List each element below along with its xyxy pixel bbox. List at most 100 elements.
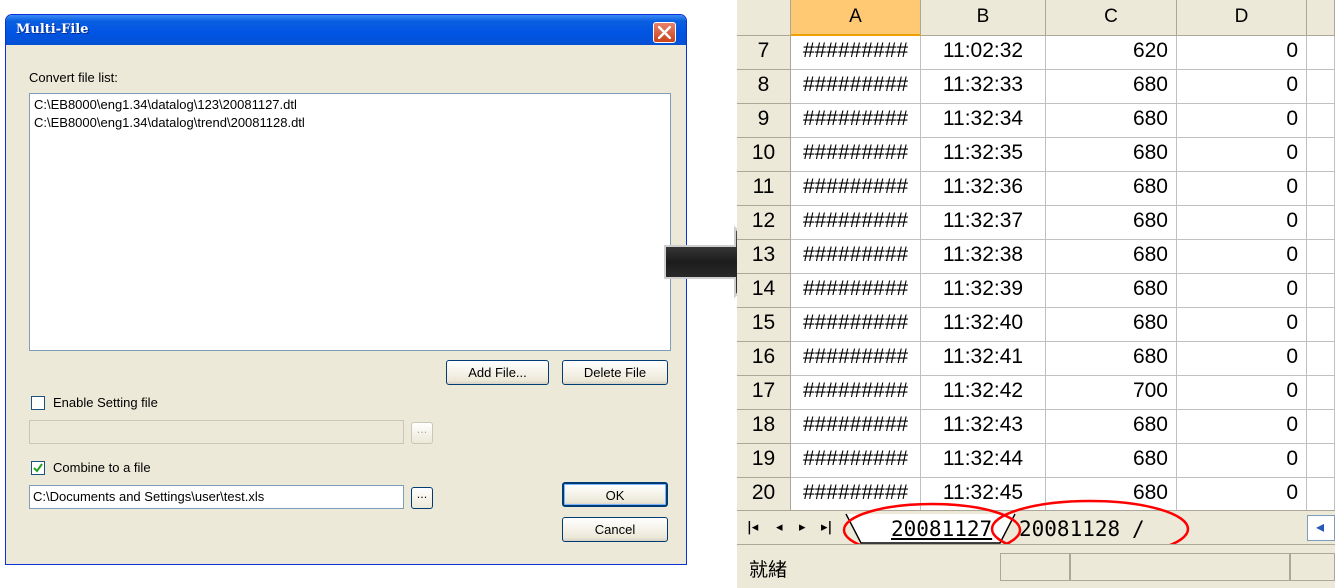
column-header-b[interactable]: B	[921, 0, 1046, 36]
table-cell[interactable]: 0	[1177, 240, 1307, 274]
table-cell[interactable]: #########	[791, 240, 921, 274]
column-header-a[interactable]: A	[791, 0, 921, 36]
table-cell[interactable]	[1307, 172, 1335, 206]
table-cell[interactable]: 0	[1177, 308, 1307, 342]
table-cell[interactable]: 11:32:41	[921, 342, 1046, 376]
table-cell[interactable]	[1307, 36, 1335, 70]
table-cell[interactable]: #########	[791, 104, 921, 138]
table-cell[interactable]: 680	[1046, 138, 1177, 172]
table-cell[interactable]	[1307, 104, 1335, 138]
table-cell[interactable]	[1307, 376, 1335, 410]
table-cell[interactable]: 680	[1046, 172, 1177, 206]
table-cell[interactable]: 11:32:34	[921, 104, 1046, 138]
table-cell[interactable]: 11:32:35	[921, 138, 1046, 172]
table-cell[interactable]: 680	[1046, 70, 1177, 104]
last-sheet-icon[interactable]: ▸|	[821, 520, 832, 535]
table-cell[interactable]: #########	[791, 410, 921, 444]
ok-button[interactable]: OK	[562, 482, 668, 507]
row-header[interactable]: 11	[737, 172, 791, 206]
list-item[interactable]: C:\EB8000\eng1.34\datalog\trend\20081128…	[34, 115, 305, 130]
table-cell[interactable]: 680	[1046, 308, 1177, 342]
row-header[interactable]: 7	[737, 36, 791, 70]
table-cell[interactable]: 11:32:43	[921, 410, 1046, 444]
add-file-button[interactable]: Add File...	[446, 360, 549, 385]
table-cell[interactable]	[1307, 138, 1335, 172]
row-header[interactable]: 13	[737, 240, 791, 274]
table-cell[interactable]: 0	[1177, 274, 1307, 308]
table-cell[interactable]	[1307, 342, 1335, 376]
table-cell[interactable]	[1307, 274, 1335, 308]
select-all-corner[interactable]	[737, 0, 791, 36]
table-cell[interactable]: 680	[1046, 206, 1177, 240]
table-cell[interactable]: 680	[1046, 274, 1177, 308]
table-cell[interactable]: 700	[1046, 376, 1177, 410]
table-cell[interactable]	[1307, 240, 1335, 274]
table-cell[interactable]: 0	[1177, 138, 1307, 172]
table-cell[interactable]: 0	[1177, 172, 1307, 206]
combine-browse-button[interactable]: ...	[411, 487, 433, 509]
row-header[interactable]: 14	[737, 274, 791, 308]
table-cell[interactable]: 680	[1046, 410, 1177, 444]
table-cell[interactable]: #########	[791, 206, 921, 240]
table-cell[interactable]: 11:32:37	[921, 206, 1046, 240]
table-cell[interactable]	[1307, 410, 1335, 444]
table-cell[interactable]: #########	[791, 376, 921, 410]
first-sheet-icon[interactable]: |◂	[747, 520, 758, 535]
column-header-e[interactable]	[1307, 0, 1335, 36]
delete-file-button[interactable]: Delete File	[562, 360, 668, 385]
table-cell[interactable]: 0	[1177, 410, 1307, 444]
row-header[interactable]: 20	[737, 478, 791, 512]
table-cell[interactable]: 11:32:38	[921, 240, 1046, 274]
row-header[interactable]: 17	[737, 376, 791, 410]
table-cell[interactable]: 11:32:33	[921, 70, 1046, 104]
table-cell[interactable]: 11:32:36	[921, 172, 1046, 206]
row-header[interactable]: 9	[737, 104, 791, 138]
row-header[interactable]: 19	[737, 444, 791, 478]
table-cell[interactable]: 11:32:39	[921, 274, 1046, 308]
table-cell[interactable]: 0	[1177, 376, 1307, 410]
prev-sheet-icon[interactable]: ◂	[776, 520, 783, 535]
table-cell[interactable]: #########	[791, 70, 921, 104]
table-cell[interactable]: 0	[1177, 206, 1307, 240]
enable-setting-checkbox[interactable]	[31, 396, 45, 410]
table-cell[interactable]: 680	[1046, 444, 1177, 478]
column-header-c[interactable]: C	[1046, 0, 1177, 36]
table-cell[interactable]: 11:32:42	[921, 376, 1046, 410]
table-cell[interactable]: 680	[1046, 104, 1177, 138]
close-button[interactable]	[653, 22, 676, 43]
table-cell[interactable]	[1307, 308, 1335, 342]
scroll-left-icon[interactable]: ◂	[1316, 517, 1324, 536]
row-header[interactable]: 10	[737, 138, 791, 172]
table-cell[interactable]: #########	[791, 308, 921, 342]
table-cell[interactable]: 0	[1177, 342, 1307, 376]
table-cell[interactable]: 0	[1177, 36, 1307, 70]
table-cell[interactable]: #########	[791, 444, 921, 478]
table-cell[interactable]: #########	[791, 138, 921, 172]
row-header[interactable]: 18	[737, 410, 791, 444]
table-cell[interactable]: 680	[1046, 342, 1177, 376]
table-cell[interactable]: 11:32:40	[921, 308, 1046, 342]
convert-file-listbox[interactable]: C:\EB8000\eng1.34\datalog\123\20081127.d…	[29, 93, 671, 351]
table-cell[interactable]: #########	[791, 36, 921, 70]
table-cell[interactable]: 0	[1177, 70, 1307, 104]
table-cell[interactable]: 620	[1046, 36, 1177, 70]
row-header[interactable]: 16	[737, 342, 791, 376]
row-header[interactable]: 8	[737, 70, 791, 104]
list-item[interactable]: C:\EB8000\eng1.34\datalog\123\20081127.d…	[34, 97, 297, 112]
row-header[interactable]: 15	[737, 308, 791, 342]
table-cell[interactable]: 0	[1177, 104, 1307, 138]
combine-file-field[interactable]: C:\Documents and Settings\user\test.xls	[29, 485, 404, 509]
table-cell[interactable]: #########	[791, 274, 921, 308]
table-cell[interactable]	[1307, 206, 1335, 240]
table-cell[interactable]: #########	[791, 342, 921, 376]
table-cell[interactable]: 0	[1177, 444, 1307, 478]
row-header[interactable]: 12	[737, 206, 791, 240]
column-header-d[interactable]: D	[1177, 0, 1307, 36]
table-cell[interactable]: 11:02:32	[921, 36, 1046, 70]
table-cell[interactable]: 11:32:44	[921, 444, 1046, 478]
table-cell[interactable]: #########	[791, 172, 921, 206]
table-cell[interactable]	[1307, 70, 1335, 104]
title-bar[interactable]: Multi-File	[6, 15, 686, 45]
combine-checkbox[interactable]	[31, 461, 45, 475]
table-cell[interactable]	[1307, 444, 1335, 478]
